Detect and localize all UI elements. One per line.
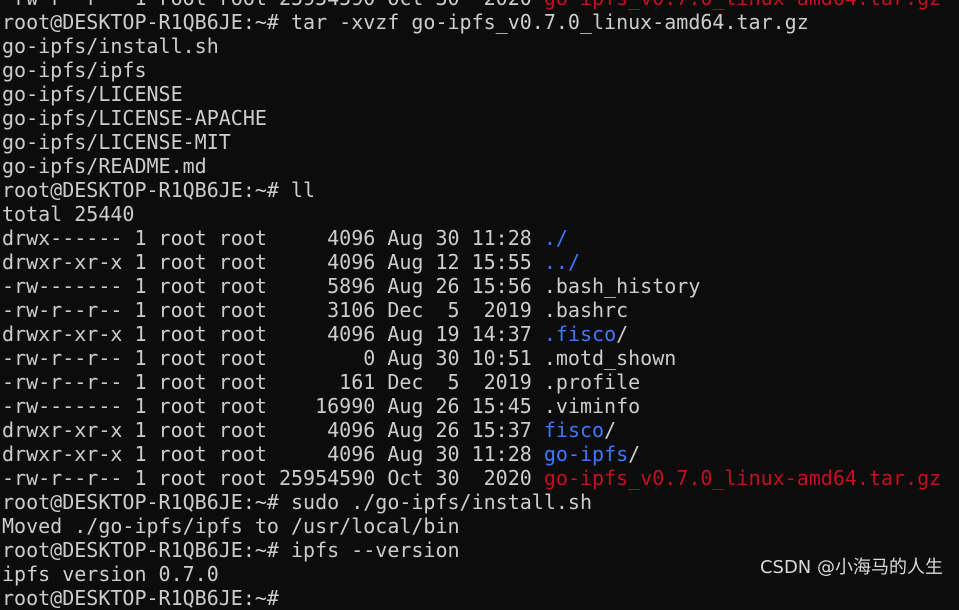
terminal-text: go-ipfs/LICENSE — [2, 82, 183, 106]
terminal-text: ../ — [543, 250, 580, 274]
terminal-text: / — [604, 418, 617, 442]
terminal-text: drwx------ 1 root root 4096 Aug 30 11:28 — [2, 226, 544, 250]
terminal-line: -rw-r--r-- 1 root root 25954590 Oct 30 2… — [2, 466, 959, 490]
terminal-line: drwxr-xr-x 1 root root 4096 Aug 26 15:37… — [2, 418, 959, 442]
terminal-line: go-ipfs/README.md — [2, 154, 959, 178]
terminal-text: ipfs version 0.7.0 — [2, 562, 219, 586]
terminal-text: root@DESKTOP-R1QB6JE:~# ll — [2, 178, 316, 202]
terminal-text: go-ipfs/LICENSE-MIT — [2, 130, 231, 154]
terminal-line: go-ipfs/install.sh — [2, 34, 959, 58]
terminal-text: go-ipfs/install.sh — [2, 34, 219, 58]
terminal-line: -rw------- 1 root root 16990 Aug 26 15:4… — [2, 394, 959, 418]
terminal-line: -rw-r--r-- 1 root root 161 Dec 5 2019 .p… — [2, 370, 959, 394]
terminal-text: -rw-r--r-- 1 root root 0 Aug 30 10:51 .m… — [2, 346, 677, 370]
terminal-line: -rw-r--r-- 1 root root 0 Aug 30 10:51 .m… — [2, 346, 959, 370]
terminal-text: go-ipfs_v0.7.0_linux-amd64.tar.gz — [544, 0, 941, 10]
terminal-text: drwxr-xr-x 1 root root 4096 Aug 19 14:37 — [2, 322, 544, 346]
terminal-line: root@DESKTOP-R1QB6JE:~# sudo ./go-ipfs/i… — [2, 490, 959, 514]
terminal-text: root@DESKTOP-R1QB6JE:~# sudo ./go-ipfs/i… — [2, 490, 593, 514]
terminal-line: -rw-r--r-- 1 root root 3106 Dec 5 2019 .… — [2, 298, 959, 322]
terminal-text: root@DESKTOP-R1QB6JE:~# — [2, 586, 279, 610]
terminal-text: fisco — [543, 418, 605, 442]
terminal-line: drwxr-xr-x 1 root root 4096 Aug 12 15:55… — [2, 250, 959, 274]
terminal-text: root@DESKTOP-R1QB6JE:~# tar -xvzf go-ipf… — [2, 10, 809, 34]
terminal-text: root@DESKTOP-R1QB6JE:~# ipfs --version — [2, 538, 460, 562]
terminal-text: go-ipfs/ipfs — [2, 58, 147, 82]
terminal-text: drwxr-xr-x 1 root root 4096 Aug 12 15:55 — [2, 250, 544, 274]
terminal-line: drwxr-xr-x 1 root root 4096 Aug 30 11:28… — [2, 442, 959, 466]
terminal-text: .fisco — [543, 322, 617, 346]
terminal-line: drwx------ 1 root root 4096 Aug 30 11:28… — [2, 226, 959, 250]
terminal-text: -rw-r--r-- 1 root root 25954590 Oct 30 2… — [2, 0, 544, 10]
terminal-line: go-ipfs/LICENSE-MIT — [2, 130, 959, 154]
terminal-output[interactable]: -rw-r--r-- 1 root root 25954590 Oct 30 2… — [2, 0, 959, 610]
terminal-text: -rw-r--r-- 1 root root 161 Dec 5 2019 .p… — [2, 370, 641, 394]
terminal-text: go-ipfs_v0.7.0_linux-amd64.tar.gz — [543, 466, 942, 490]
terminal-text: drwxr-xr-x 1 root root 4096 Aug 26 15:37 — [2, 418, 544, 442]
terminal-text: total 25440 — [2, 202, 135, 226]
terminal-line: go-ipfs/LICENSE — [2, 82, 959, 106]
terminal-line: root@DESKTOP-R1QB6JE:~# — [2, 586, 959, 610]
terminal-line: -rw------- 1 root root 5896 Aug 26 15:56… — [2, 274, 959, 298]
terminal-text: ./ — [543, 226, 568, 250]
terminal-text: -rw-r--r-- 1 root root 25954590 Oct 30 2… — [2, 466, 544, 490]
terminal-text: -rw------- 1 root root 5896 Aug 26 15:56… — [2, 274, 701, 298]
terminal-line: total 25440 — [2, 202, 959, 226]
terminal-text: drwxr-xr-x 1 root root 4096 Aug 30 11:28 — [2, 442, 544, 466]
terminal-line: root@DESKTOP-R1QB6JE:~# ll — [2, 178, 959, 202]
terminal-text: / — [628, 442, 641, 466]
terminal-line: -rw-r--r-- 1 root root 25954590 Oct 30 2… — [2, 0, 959, 10]
terminal-text: go-ipfs/LICENSE-APACHE — [2, 106, 267, 130]
terminal-text: go-ipfs — [543, 442, 629, 466]
terminal-text: -rw------- 1 root root 16990 Aug 26 15:4… — [2, 394, 641, 418]
terminal-text: Moved ./go-ipfs/ipfs to /usr/local/bin — [2, 514, 460, 538]
terminal-line: drwxr-xr-x 1 root root 4096 Aug 19 14:37… — [2, 322, 959, 346]
terminal-text: go-ipfs/README.md — [2, 154, 207, 178]
terminal-line: go-ipfs/LICENSE-APACHE — [2, 106, 959, 130]
terminal-line: root@DESKTOP-R1QB6JE:~# tar -xvzf go-ipf… — [2, 10, 959, 34]
terminal-text: -rw-r--r-- 1 root root 3106 Dec 5 2019 .… — [2, 298, 629, 322]
terminal-line: go-ipfs/ipfs — [2, 58, 959, 82]
watermark: CSDN @小海马的人生 — [759, 557, 943, 578]
terminal-line: Moved ./go-ipfs/ipfs to /usr/local/bin — [2, 514, 959, 538]
terminal-text: / — [616, 322, 629, 346]
